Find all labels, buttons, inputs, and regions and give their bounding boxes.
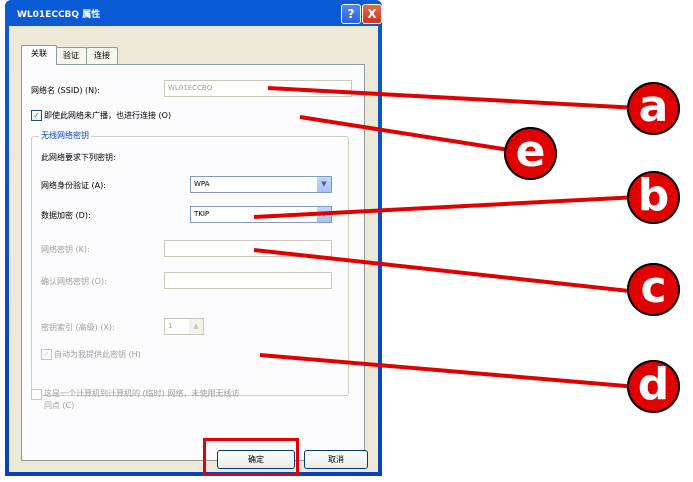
- callout-line-c: [253, 248, 639, 294]
- callout-line-e: [299, 115, 523, 154]
- callout-e: e: [504, 127, 557, 180]
- tab-association[interactable]: 关联: [21, 45, 57, 65]
- callout-d: d: [627, 360, 680, 413]
- callout-line-d: [259, 353, 639, 389]
- callout-line-b: [253, 195, 639, 219]
- callout-line-a: [267, 86, 639, 110]
- callout-a: a: [627, 82, 680, 135]
- callout-b: b: [627, 171, 680, 224]
- callout-c: c: [627, 263, 680, 316]
- annotation-lines: [253, 86, 639, 389]
